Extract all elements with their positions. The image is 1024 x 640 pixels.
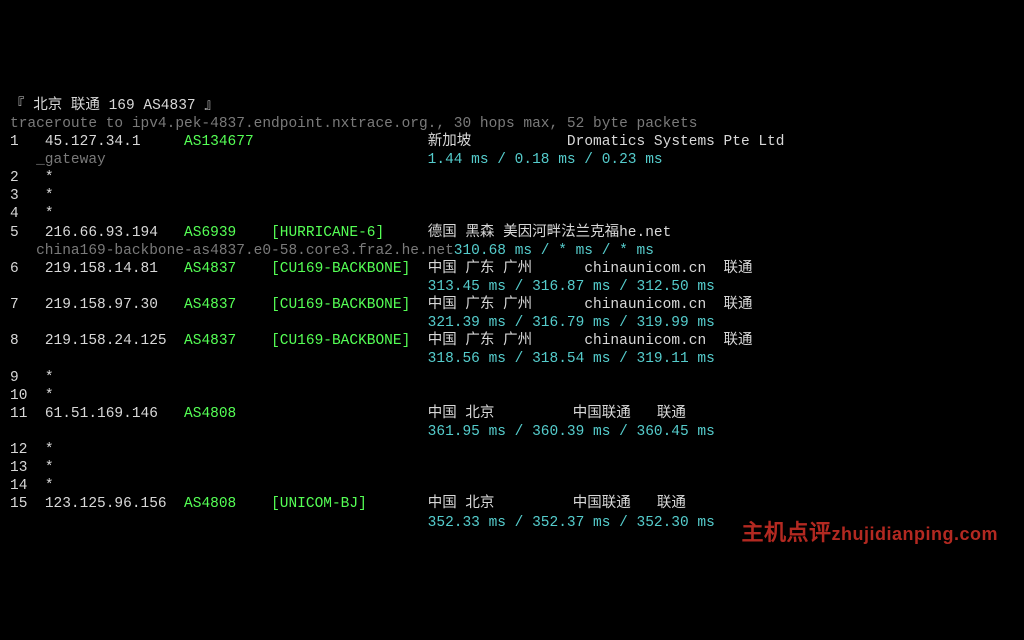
terminal-output: 『 北京 联通 169 AS4837 』 traceroute to ipv4.… [10, 97, 1014, 532]
